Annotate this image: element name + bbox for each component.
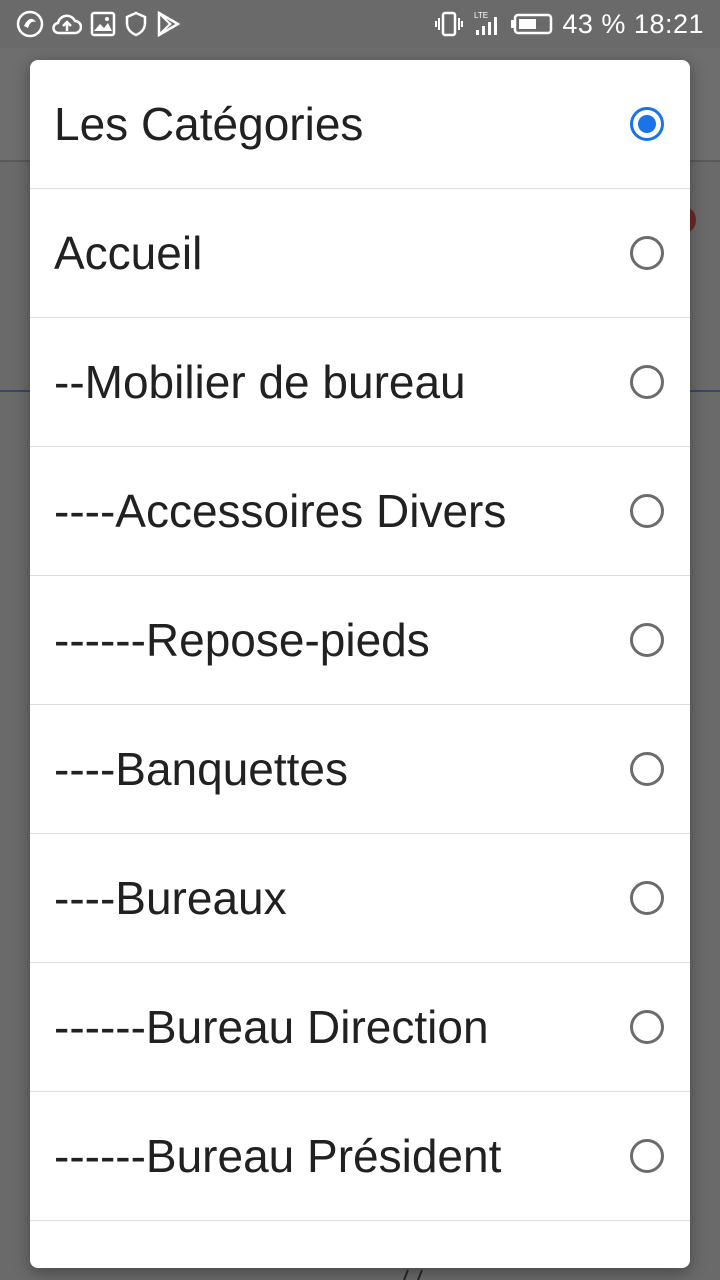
option-label: ------Bureau Président [54, 1130, 502, 1182]
option-accueil[interactable]: Accueil [30, 189, 690, 318]
battery-icon [510, 12, 554, 36]
option-label: Les Catégories [54, 98, 364, 150]
image-icon [90, 11, 116, 37]
radio-unchecked-icon[interactable] [630, 881, 664, 915]
radio-unchecked-icon[interactable] [630, 494, 664, 528]
lte-label: LTE [474, 11, 488, 20]
cloud-upload-icon [52, 11, 82, 37]
vibrate-icon [434, 10, 464, 38]
radio-unchecked-icon[interactable] [630, 1139, 664, 1173]
option-mobilier-de-bureau[interactable]: --Mobilier de bureau [30, 318, 690, 447]
radio-unchecked-icon[interactable] [630, 623, 664, 657]
radio-unchecked-icon[interactable] [630, 365, 664, 399]
option-banquettes[interactable]: ----Banquettes [30, 705, 690, 834]
option-les-categories[interactable]: Les Catégories [30, 60, 690, 189]
option-label: ----Banquettes [54, 743, 349, 795]
battery-percent: 43 % [562, 8, 626, 39]
option-repose-pieds[interactable]: ------Repose-pieds [30, 576, 690, 705]
category-dialog: Les Catégories Accueil --Mobilier de bur… [30, 60, 690, 1268]
option-label: Accueil [54, 227, 203, 279]
radio-unchecked-icon[interactable] [630, 236, 664, 270]
option-label: ------Bureau Direction [54, 1001, 489, 1053]
shield-icon [124, 11, 148, 37]
radio-checked-icon[interactable] [630, 107, 664, 141]
option-label: ----Bureaux [54, 872, 287, 924]
background-fragment [403, 1269, 423, 1280]
clock: 18:21 [633, 8, 704, 39]
option-accessoires-divers[interactable]: ----Accessoires Divers [30, 447, 690, 576]
option-label: ----Accessoires Divers [54, 485, 507, 537]
radio-unchecked-icon[interactable] [630, 752, 664, 786]
status-right-icons: LTE 43 % 18:21 [434, 9, 704, 40]
option-bureaux[interactable]: ----Bureaux [30, 834, 690, 963]
radio-unchecked-icon[interactable] [630, 1010, 664, 1044]
app-swirl-icon [16, 10, 44, 38]
option-bureau-direction[interactable]: ------Bureau Direction [30, 963, 690, 1092]
option-label: ------Repose-pieds [54, 614, 430, 666]
status-bar: LTE 43 % 18:21 [0, 0, 720, 48]
option-label: --Mobilier de bureau [54, 356, 466, 408]
signal-icon: LTE [472, 9, 502, 39]
option-bureau-president[interactable]: ------Bureau Président [30, 1092, 690, 1221]
status-left-icons [16, 10, 180, 38]
play-store-icon [156, 11, 180, 37]
